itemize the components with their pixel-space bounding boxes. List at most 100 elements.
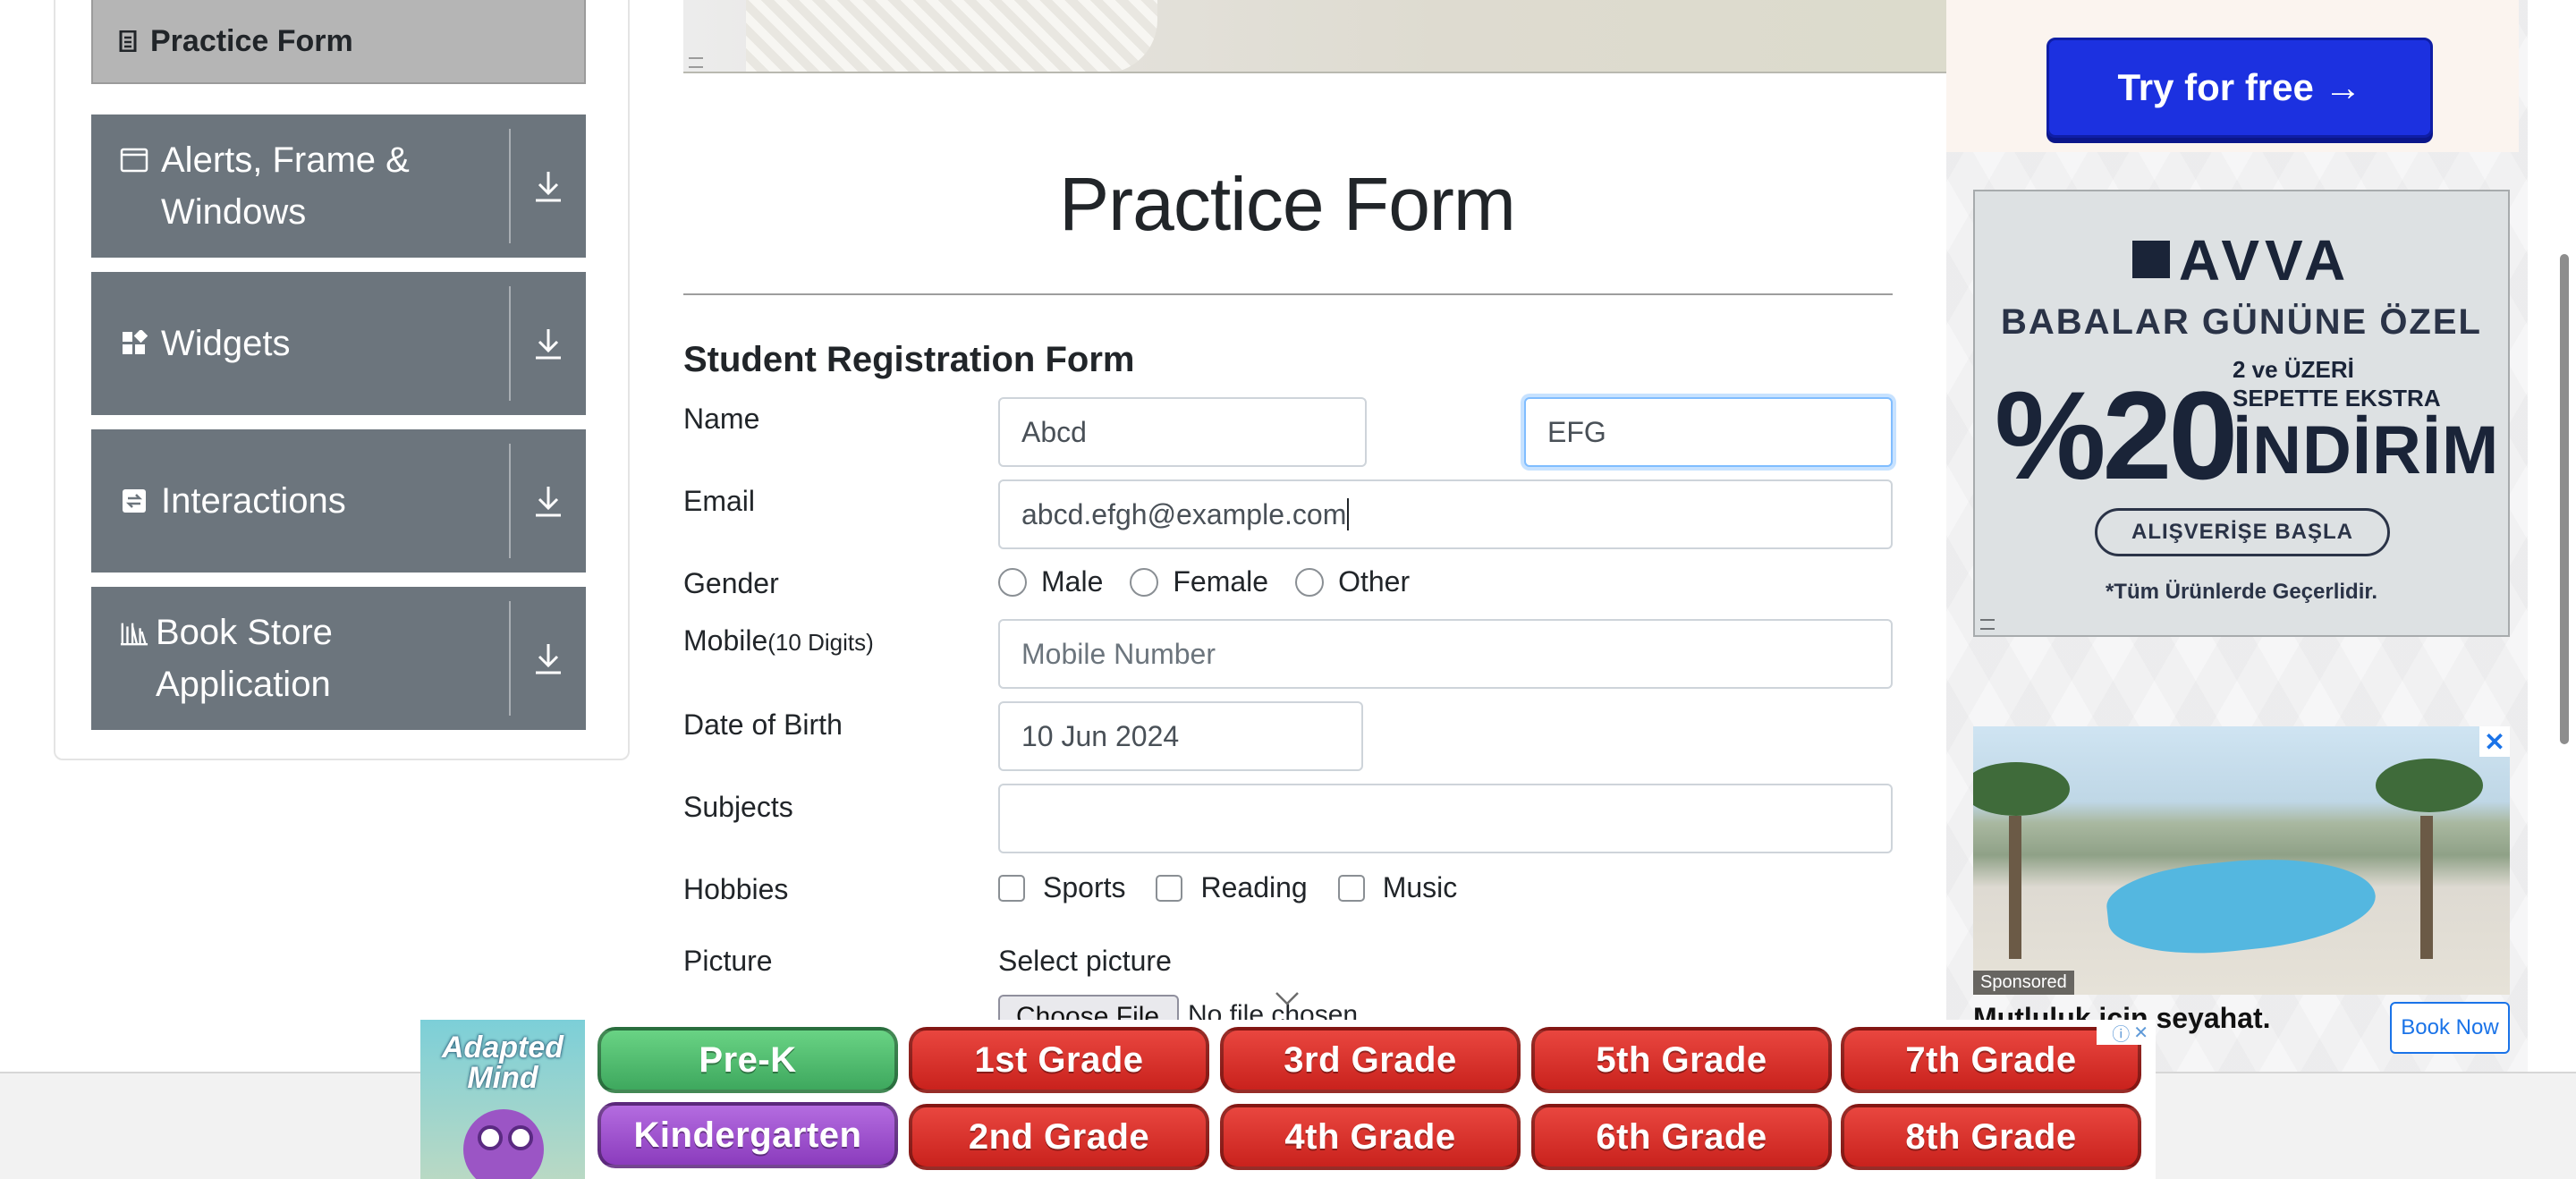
ad-grip-icon bbox=[689, 57, 703, 68]
select-picture-label: Select picture bbox=[998, 945, 1172, 977]
email-input[interactable]: abcd.efgh@example.com bbox=[998, 479, 1893, 549]
download-arrow-icon[interactable] bbox=[511, 642, 586, 674]
first-name-input[interactable]: Abcd bbox=[998, 397, 1367, 467]
logo-text: Adapted bbox=[442, 1031, 564, 1064]
avva-line2: SEPETTE EKSTRA bbox=[2233, 385, 2441, 411]
grade-button-kindergarten[interactable]: Kindergarten bbox=[597, 1102, 898, 1168]
avva-logo-icon bbox=[2131, 241, 2170, 279]
radio-button[interactable] bbox=[1295, 567, 1325, 597]
grade-button-3rd[interactable]: 3rd Grade bbox=[1220, 1027, 1521, 1093]
adaptedmind-ad[interactable]: Adapted Mind Pre-K 1st Grade 3rd Grade 5… bbox=[420, 1020, 2156, 1179]
sidebar-item-practice-form[interactable]: Practice Form bbox=[91, 0, 586, 84]
sidebar-item-label: Practice Form bbox=[150, 23, 353, 58]
checkbox[interactable] bbox=[1156, 874, 1183, 902]
radio-label: Male bbox=[1041, 565, 1104, 598]
sidebar-group-label: Alerts, Frame & bbox=[161, 140, 410, 180]
checkbox[interactable] bbox=[1337, 874, 1365, 902]
hobbies-checkbox-group: Sports Reading Music bbox=[998, 871, 1457, 904]
sidebar-group-interactions[interactable]: Interactions bbox=[91, 429, 586, 573]
sidebar-group-label: Book Store Application bbox=[156, 613, 333, 704]
banner-image bbox=[746, 0, 1157, 72]
picture-label: Picture bbox=[683, 945, 773, 977]
sidebar-group-label-cont: Windows bbox=[161, 192, 307, 232]
first-name-value: Abcd bbox=[1021, 415, 1087, 448]
avva-line1: 2 ve ÜZERİ bbox=[2233, 356, 2354, 383]
title-divider bbox=[683, 293, 1893, 295]
sidebar-group-label: Interactions bbox=[161, 481, 346, 521]
top-banner-ad[interactable] bbox=[683, 0, 1946, 73]
subjects-label: Subjects bbox=[683, 791, 793, 823]
grade-button-prek[interactable]: Pre-K bbox=[597, 1027, 898, 1093]
mobile-input[interactable]: Mobile Number bbox=[998, 619, 1893, 689]
last-name-value: EFG bbox=[1547, 415, 1606, 448]
close-icon[interactable]: ✕ bbox=[2133, 1022, 2148, 1044]
radio-label: Female bbox=[1173, 565, 1269, 598]
mobile-label: Mobile(10 Digits) bbox=[683, 624, 874, 657]
last-name-input[interactable]: EFG bbox=[1524, 397, 1893, 467]
page-title: Practice Form bbox=[1059, 162, 1516, 246]
hobby-music-option[interactable]: Music bbox=[1337, 871, 1458, 904]
avva-shop-button[interactable]: ALIŞVERİŞE BAŞLA bbox=[2095, 508, 2390, 556]
adaptedmind-logo[interactable]: Adapted Mind bbox=[420, 1020, 585, 1179]
mobile-hint: (10 Digits) bbox=[767, 629, 874, 656]
hobbies-label: Hobbies bbox=[683, 873, 789, 905]
palm-trunk bbox=[2009, 816, 2021, 959]
logo-text: Mind bbox=[467, 1061, 538, 1095]
gender-other-option[interactable]: Other bbox=[1295, 565, 1410, 598]
chevron-down-icon[interactable] bbox=[1274, 989, 1301, 1012]
grade-button-4th[interactable]: 4th Grade bbox=[1220, 1104, 1521, 1170]
checkbox-label: Reading bbox=[1200, 871, 1308, 903]
info-icon[interactable]: ⓘ bbox=[2112, 1020, 2130, 1046]
download-arrow-icon[interactable] bbox=[511, 485, 586, 517]
radio-button[interactable] bbox=[998, 567, 1027, 597]
download-arrow-icon[interactable] bbox=[511, 327, 586, 360]
grade-button-5th[interactable]: 5th Grade bbox=[1531, 1027, 1832, 1093]
gender-female-option[interactable]: Female bbox=[1130, 565, 1268, 598]
email-label: Email bbox=[683, 485, 756, 517]
ad-grip-icon bbox=[1980, 619, 1995, 630]
palm-frond bbox=[2376, 759, 2483, 812]
grade-button-6th[interactable]: 6th Grade bbox=[1531, 1104, 1832, 1170]
avva-percent: %20 bbox=[1995, 365, 2238, 505]
try-for-free-button[interactable]: Try for free → bbox=[2046, 38, 2433, 138]
hobby-sports-option[interactable]: Sports bbox=[998, 871, 1125, 904]
grade-button-1st[interactable]: 1st Grade bbox=[909, 1027, 1209, 1093]
gender-male-option[interactable]: Male bbox=[998, 565, 1103, 598]
ad-choices[interactable]: ⓘ ✕ bbox=[2097, 1020, 2148, 1045]
books-icon bbox=[120, 606, 148, 658]
mascot-eye bbox=[478, 1125, 503, 1150]
form-title: Student Registration Form bbox=[683, 340, 1135, 379]
sidebar-group-bookstore[interactable]: Book Store Application bbox=[91, 587, 586, 730]
palm-frond bbox=[1973, 762, 2070, 816]
email-value: abcd.efgh@example.com bbox=[1021, 497, 1347, 530]
book-now-button[interactable]: Book Now bbox=[2390, 1002, 2510, 1054]
avva-ad[interactable]: AVVA BABALAR GÜNÜNE ÖZEL %20 2 ve ÜZERİ … bbox=[1973, 190, 2510, 637]
close-icon[interactable]: ✕ bbox=[2479, 726, 2510, 757]
subjects-input[interactable] bbox=[998, 784, 1893, 853]
dob-input[interactable]: 10 Jun 2024 bbox=[998, 701, 1363, 771]
grade-button-8th[interactable]: 8th Grade bbox=[1841, 1104, 2141, 1170]
avva-brand: AVVA bbox=[2178, 228, 2351, 293]
sidebar-group-widgets[interactable]: Widgets bbox=[91, 272, 586, 415]
sidebar-group-alerts[interactable]: Alerts, Frame & Windows bbox=[91, 115, 586, 258]
mascot-eye bbox=[508, 1125, 533, 1150]
avva-footnote: *Tüm Ürünlerde Geçerlidir. bbox=[2105, 580, 2378, 604]
checkbox[interactable] bbox=[998, 874, 1025, 902]
hotel-ad-image[interactable]: ✕ Sponsored bbox=[1973, 726, 2510, 995]
grade-button-2nd[interactable]: 2nd Grade bbox=[909, 1104, 1209, 1170]
radio-button[interactable] bbox=[1130, 567, 1159, 597]
avva-discount: İNDİRİM bbox=[2233, 412, 2500, 488]
hobby-reading-option[interactable]: Reading bbox=[1156, 871, 1308, 904]
checkbox-label: Sports bbox=[1043, 871, 1126, 903]
radio-label: Other bbox=[1338, 565, 1411, 598]
text-caret bbox=[1347, 498, 1350, 530]
scrollbar-thumb[interactable] bbox=[2560, 254, 2569, 744]
download-arrow-icon[interactable] bbox=[511, 170, 586, 202]
gender-radio-group: Male Female Other bbox=[998, 565, 1410, 598]
mobile-label-text: Mobile bbox=[683, 624, 768, 657]
dob-value: 10 Jun 2024 bbox=[1021, 719, 1180, 752]
palm-trunk bbox=[2420, 816, 2433, 959]
checkbox-label: Music bbox=[1382, 871, 1458, 903]
interactions-icon bbox=[120, 475, 148, 527]
sponsored-label: Sponsored bbox=[1973, 971, 2074, 995]
